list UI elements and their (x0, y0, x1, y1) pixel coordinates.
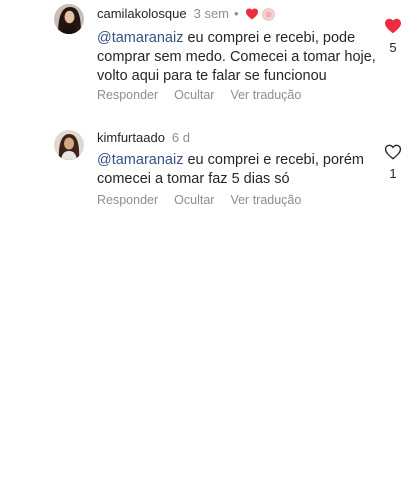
separator-dot: • (234, 6, 239, 21)
reply-button[interactable]: Responder (97, 193, 158, 207)
avatar[interactable] (54, 4, 84, 34)
like-button[interactable]: 5 (382, 18, 404, 55)
comment-actions: Responder Ocultar Ver tradução (97, 193, 301, 207)
mention-link[interactable]: @tamaranaiz (97, 152, 183, 168)
username[interactable]: kimfurtaado (97, 130, 165, 146)
avatar[interactable] (54, 130, 84, 160)
heart-outline-icon[interactable] (384, 144, 402, 160)
like-count: 1 (389, 166, 397, 181)
timestamp: 6 d (171, 130, 190, 145)
hide-button[interactable]: Ocultar (174, 193, 214, 207)
creator-avatar-icon (261, 7, 275, 21)
comment-actions: Responder Ocultar Ver tradução (97, 88, 301, 102)
comment-text: @tamaranaiz eu comprei e recebi, porém c… (97, 151, 387, 189)
creator-heart-badge (245, 7, 275, 21)
reply-button[interactable]: Responder (97, 88, 158, 102)
heart-filled-icon[interactable] (384, 18, 402, 34)
username[interactable]: camilakolosque (97, 6, 187, 22)
like-button[interactable]: 1 (382, 144, 404, 181)
like-count: 5 (389, 40, 397, 55)
comment-text: @tamaranaiz eu comprei e recebi, pode co… (97, 29, 387, 86)
heart-filled-icon (245, 8, 258, 20)
timestamp: 3 sem (193, 6, 230, 21)
translate-button[interactable]: Ver tradução (230, 193, 301, 207)
mention-link[interactable]: @tamaranaiz (97, 30, 183, 46)
translate-button[interactable]: Ver tradução (230, 88, 301, 102)
comment-meta: camilakolosque 3 sem • (97, 6, 275, 22)
hide-button[interactable]: Ocultar (174, 88, 214, 102)
comment-meta: kimfurtaado 6 d (97, 130, 190, 146)
